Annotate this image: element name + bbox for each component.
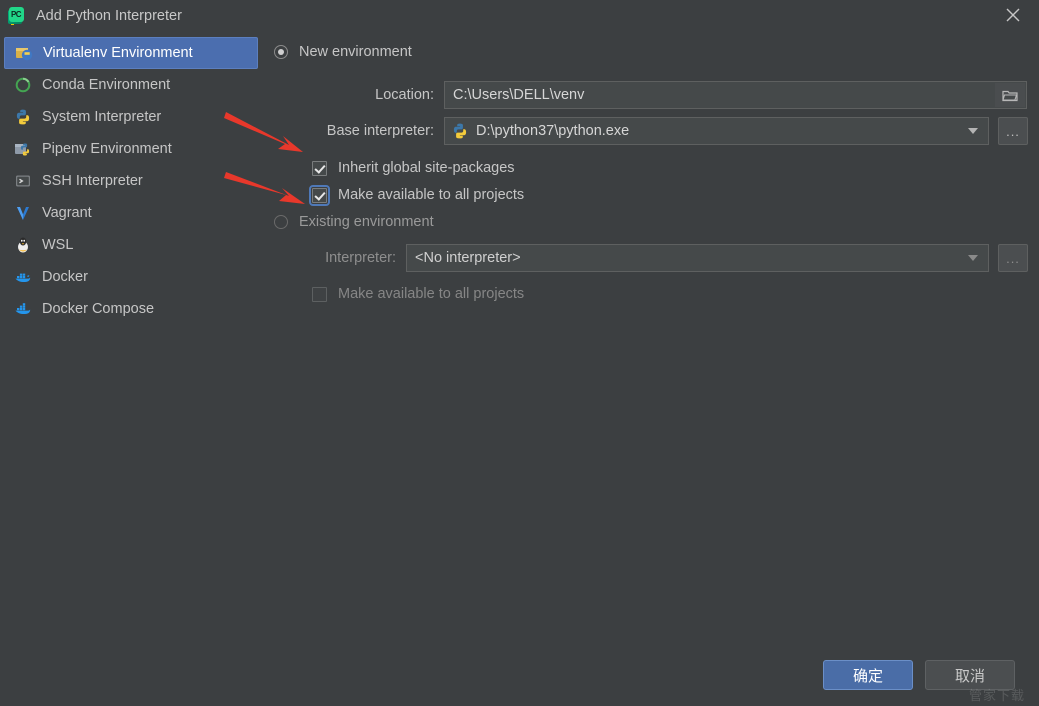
sidebar-item-label: Conda Environment <box>42 77 171 93</box>
sidebar-item-label: Docker Compose <box>42 301 155 317</box>
sidebar-item-label: SSH Interpreter <box>42 173 143 189</box>
sidebar-item-label: Docker <box>42 269 88 285</box>
sidebar-item-label: Pipenv Environment <box>42 141 172 157</box>
inherit-global-site-packages-row[interactable]: Inherit global site-packages <box>312 160 515 176</box>
base-interpreter-row: Base interpreter: D:\python37\python.exe… <box>268 117 1039 145</box>
sidebar-item-label: WSL <box>42 237 74 253</box>
docker-compose-icon <box>14 300 32 318</box>
base-interpreter-browse-button[interactable]: ... <box>998 117 1028 145</box>
python-icon <box>451 122 469 140</box>
base-interpreter-label: Base interpreter: <box>326 123 434 139</box>
sidebar-item-docker-compose[interactable]: Docker Compose <box>0 293 262 325</box>
docker-icon <box>14 268 32 286</box>
title-bar: PC Add Python Interpreter <box>0 0 1039 32</box>
chevron-down-icon[interactable] <box>968 255 978 261</box>
location-row: Location: C:\Users\DELL\venv <box>268 81 1033 109</box>
vagrant-icon <box>14 204 32 222</box>
interpreter-label: Interpreter: <box>325 250 396 266</box>
base-interpreter-combobox[interactable]: D:\python37\python.exe <box>444 117 989 145</box>
inherit-global-site-packages-label: Inherit global site-packages <box>338 160 515 176</box>
sidebar-item-vagrant[interactable]: Vagrant <box>0 197 262 229</box>
python-icon <box>14 108 32 126</box>
location-input[interactable]: C:\Users\DELL\venv <box>444 81 1027 109</box>
existing-environment-option[interactable]: Existing environment <box>274 214 434 230</box>
existing-make-available-to-all-projects-checkbox[interactable] <box>312 286 327 302</box>
interpreter-combobox[interactable]: <No interpreter> <box>406 244 989 272</box>
new-environment-option[interactable]: New environment <box>274 44 412 60</box>
sidebar-item-docker[interactable]: Docker <box>0 261 262 293</box>
sidebar-item-system-interpreter[interactable]: System Interpreter <box>0 101 262 133</box>
watermark: 管家下载 <box>968 688 1025 703</box>
chevron-down-icon[interactable] <box>968 128 978 134</box>
new-environment-radio[interactable] <box>274 45 288 59</box>
sidebar-item-pipenv-environment[interactable]: Pipenv Environment <box>0 133 262 165</box>
sidebar-item-virtualenv-environment[interactable]: Virtualenv Environment <box>4 37 258 69</box>
ssh-icon <box>14 172 32 190</box>
window-title: Add Python Interpreter <box>36 8 182 24</box>
make-available-to-all-projects-label: Make available to all projects <box>338 187 525 203</box>
close-icon[interactable] <box>993 0 1033 30</box>
sidebar-item-wsl[interactable]: WSL <box>0 229 262 261</box>
wsl-icon <box>14 236 32 254</box>
pipenv-icon <box>14 140 32 158</box>
folder-icon[interactable] <box>995 83 1025 107</box>
sidebar-item-ssh-interpreter[interactable]: SSH Interpreter <box>0 165 262 197</box>
inherit-global-site-packages-checkbox[interactable] <box>312 160 327 176</box>
existing-environment-radio[interactable] <box>274 215 288 229</box>
existing-make-available-to-all-projects-label: Make available to all projects <box>338 286 525 302</box>
sidebar-item-label: Vagrant <box>42 205 92 221</box>
interpreter-browse-button[interactable]: ... <box>998 244 1028 272</box>
conda-icon <box>14 76 32 94</box>
interpreter-row: Interpreter: <No interpreter> ... <box>268 244 1039 272</box>
sidebar-item-label: System Interpreter <box>42 109 162 125</box>
location-value: C:\Users\DELL\venv <box>453 87 585 103</box>
interpreter-settings-panel: New environment Location: C:\Users\DELL\… <box>268 37 1039 637</box>
existing-make-available-to-all-projects-row[interactable]: Make available to all projects <box>312 286 524 302</box>
pycharm-icon: PC <box>8 7 26 25</box>
interpreter-type-list[interactable]: Virtualenv Environment Conda Environment… <box>0 37 262 657</box>
location-label: Location: <box>375 87 434 103</box>
existing-environment-label: Existing environment <box>299 214 434 230</box>
make-available-to-all-projects-row[interactable]: Make available to all projects <box>309 184 525 206</box>
sidebar-item-conda-environment[interactable]: Conda Environment <box>0 69 262 101</box>
ok-button[interactable]: 确定 <box>823 660 913 690</box>
base-interpreter-value: D:\python37\python.exe <box>476 123 630 139</box>
make-available-to-all-projects-checkbox[interactable] <box>309 184 330 206</box>
new-environment-label: New environment <box>299 44 412 60</box>
interpreter-value: <No interpreter> <box>415 250 521 266</box>
virtualenv-icon <box>15 44 33 62</box>
sidebar-item-label: Virtualenv Environment <box>43 45 193 61</box>
